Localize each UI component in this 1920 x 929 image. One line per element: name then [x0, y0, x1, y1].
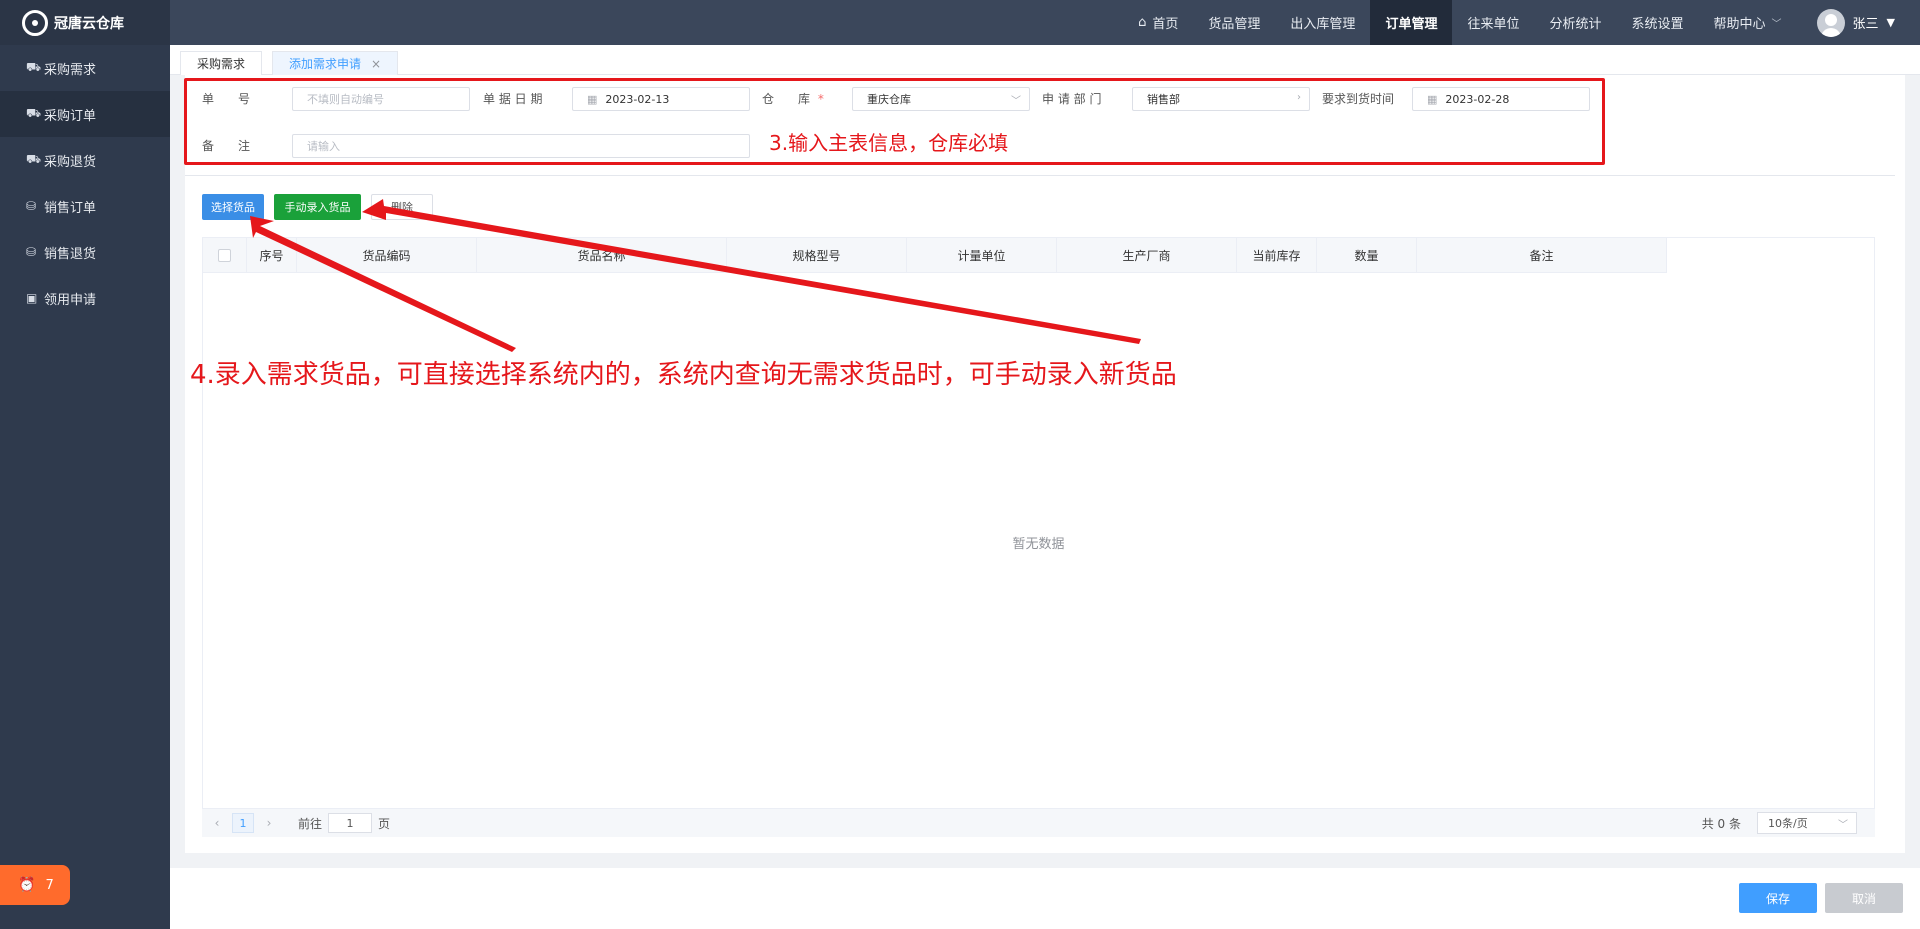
cancel-button[interactable]: 取消 — [1825, 883, 1903, 913]
briefcase-icon: ▣ — [26, 291, 38, 305]
nav-analytics[interactable]: 分析统计 — [1534, 0, 1616, 45]
sidebar: 冠唐云仓库 ⛟ 采购需求 ⛟ 采购订单 ⛟ 采购退货 ⛁ 销售订单 ⛁ 销售退货… — [0, 0, 170, 929]
tab-bar: 采购需求 添加需求申请 × — [170, 45, 1920, 75]
user-name: 张三 — [1852, 17, 1879, 32]
chevron-down-icon: ﹀ — [1838, 820, 1848, 831]
select-goods-button[interactable]: 选择货品 — [202, 194, 264, 220]
logo-icon — [22, 9, 48, 36]
tab-add-demand[interactable]: 添加需求申请 × — [272, 51, 399, 75]
cart-icon: ⛟ — [26, 106, 42, 120]
user-menu[interactable]: 张三 ▼ — [1797, 8, 1920, 37]
column-header: 计量单位 — [907, 238, 1057, 273]
goods-table: 序号 货品编码 货品名称 规格型号 计量单位 生产厂商 当前库存 数量 备注 暂… — [202, 237, 1875, 809]
nav-label: 货品管理 — [1208, 17, 1261, 32]
goto-label: 前往 — [298, 816, 323, 831]
caret-down-icon: ▼ — [1886, 16, 1895, 29]
sidebar-item-purchase-return[interactable]: ⛟ 采购退货 — [0, 137, 170, 183]
annotation-step4: 4.录入需求货品，可直接选择系统内的，系统内查询无需求货品时，可手动录入新货品 — [190, 360, 1177, 390]
alarm-icon: ⏰ — [18, 877, 36, 893]
cart-icon: ⛟ — [26, 152, 42, 166]
nav-goods[interactable]: 货品管理 — [1193, 0, 1275, 45]
nav-orders[interactable]: 订单管理 — [1370, 0, 1453, 45]
top-bar: ⌂ 首页 货品管理 出入库管理 订单管理 往来单位 分析统计 系统设置 帮助中心… — [170, 0, 1920, 45]
chevron-down-icon: ﹀ — [1771, 19, 1782, 30]
nav-settings[interactable]: 系统设置 — [1616, 0, 1698, 45]
bag-icon: ⛁ — [26, 245, 37, 259]
sidebar-item-label: 领用申请 — [44, 292, 97, 308]
column-header: 规格型号 — [727, 238, 907, 273]
sidebar-item-label: 采购订单 — [44, 108, 97, 124]
main-panel: 单 号 不填则自动编号 单 据 日 期 ▦ 2023-02-13 仓 库 * 重… — [185, 75, 1905, 853]
footer-bar: 保存 取消 — [170, 868, 1920, 929]
tab-label: 采购需求 — [197, 57, 246, 71]
cart-icon: ⛟ — [26, 60, 42, 74]
app-logo[interactable]: 冠唐云仓库 — [0, 0, 170, 45]
manual-entry-button[interactable]: 手动录入货品 — [274, 194, 361, 220]
nav-home[interactable]: ⌂ 首页 — [1123, 0, 1193, 45]
column-header: 货品名称 — [477, 238, 727, 273]
column-header: 货品编码 — [297, 238, 477, 273]
nav-label: 帮助中心 — [1713, 17, 1766, 32]
sidebar-item-sales-order[interactable]: ⛁ 销售订单 — [0, 183, 170, 229]
chevron-left-icon[interactable]: ‹ — [202, 816, 232, 830]
page-size-select[interactable]: 10条/页 ﹀ — [1757, 812, 1857, 834]
nav-label: 出入库管理 — [1290, 17, 1356, 32]
select-all-cell — [203, 238, 247, 273]
chevron-right-icon[interactable]: › — [254, 816, 284, 830]
tab-purchase-demand[interactable]: 采购需求 — [180, 51, 263, 75]
sidebar-item-label: 销售退货 — [44, 246, 97, 262]
save-button[interactable]: 保存 — [1739, 883, 1817, 913]
nav-partners[interactable]: 往来单位 — [1452, 0, 1534, 45]
sidebar-item-requisition[interactable]: ▣ 领用申请 — [0, 275, 170, 321]
page-suffix: 页 — [378, 816, 391, 831]
empty-state: 暂无数据 — [1012, 537, 1065, 552]
page-number[interactable]: 1 — [232, 813, 254, 833]
tab-label: 添加需求申请 — [289, 57, 362, 71]
column-header: 备注 — [1417, 238, 1667, 273]
sidebar-item-sales-return[interactable]: ⛁ 销售退货 — [0, 229, 170, 275]
close-icon[interactable]: × — [371, 57, 381, 71]
home-icon: ⌂ — [1138, 15, 1147, 30]
goto-page-input[interactable]: 1 — [328, 813, 373, 833]
sidebar-item-purchase-order[interactable]: ⛟ 采购订单 — [0, 91, 170, 137]
table-header: 序号 货品编码 货品名称 规格型号 计量单位 生产厂商 当前库存 数量 备注 — [203, 238, 1667, 273]
nav-label: 订单管理 — [1385, 17, 1438, 32]
column-header: 序号 — [247, 238, 297, 273]
sidebar-item-label: 销售订单 — [44, 200, 97, 216]
pagination: ‹ 1 › 前往 1 页 共 0 条 10条/页 ﹀ — [202, 809, 1875, 837]
nav-stock[interactable]: 出入库管理 — [1275, 0, 1370, 45]
bag-icon: ⛁ — [26, 199, 37, 213]
divider — [185, 175, 1895, 176]
nav-help[interactable]: 帮助中心 ﹀ — [1699, 0, 1797, 45]
app-title: 冠唐云仓库 — [54, 15, 124, 32]
avatar — [1816, 8, 1845, 37]
notification-button[interactable]: ⏰ 7 — [0, 865, 70, 905]
pagination-right: 共 0 条 10条/页 ﹀ — [1702, 812, 1857, 834]
page-size-value: 10条/页 — [1768, 817, 1808, 830]
nav-label: 往来单位 — [1467, 17, 1520, 32]
nav-label: 分析统计 — [1549, 17, 1602, 32]
annotation-step3: 3.输入主表信息，仓库必填 — [769, 131, 1009, 155]
notification-count: 7 — [45, 877, 54, 893]
delete-button[interactable]: 删除 — [371, 194, 433, 220]
top-nav: ⌂ 首页 货品管理 出入库管理 订单管理 往来单位 分析统计 系统设置 帮助中心… — [1123, 0, 1920, 45]
nav-label: 系统设置 — [1631, 17, 1684, 32]
sidebar-item-purchase-demand[interactable]: ⛟ 采购需求 — [0, 45, 170, 91]
sidebar-item-label: 采购退货 — [44, 154, 97, 170]
column-header: 数量 — [1317, 238, 1417, 273]
nav-label: 首页 — [1152, 17, 1179, 32]
sidebar-item-label: 采购需求 — [44, 62, 97, 78]
total-count: 共 0 条 — [1701, 816, 1741, 831]
column-header: 当前库存 — [1237, 238, 1317, 273]
column-header: 生产厂商 — [1057, 238, 1237, 273]
select-all-checkbox[interactable] — [218, 248, 231, 262]
